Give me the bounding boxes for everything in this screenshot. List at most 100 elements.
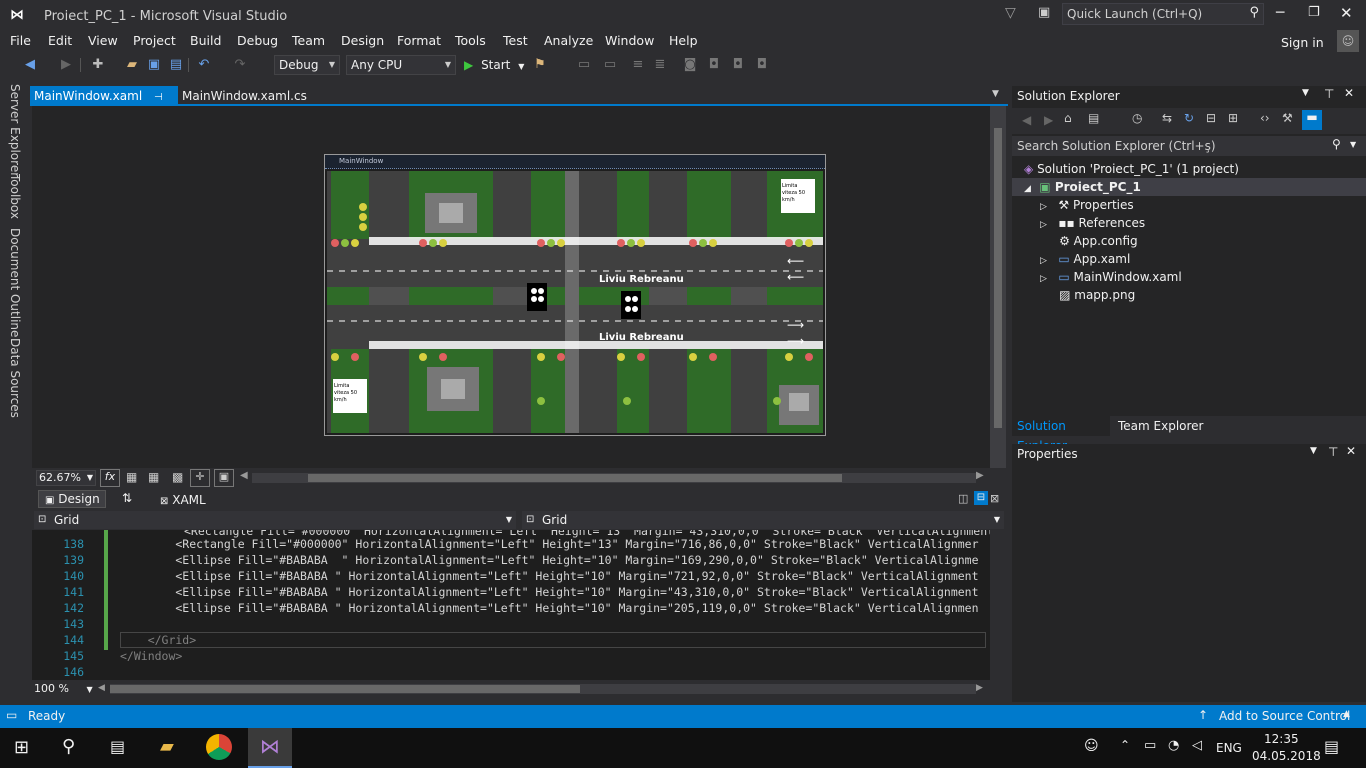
tab-overflow-icon[interactable]: ▼ — [992, 89, 999, 99]
code-zoom-dropdown[interactable]: 100 % ▼ — [34, 682, 93, 695]
tab-team-explorer[interactable]: Team Explorer — [1118, 416, 1204, 436]
menu-debug[interactable]: Debug — [237, 32, 278, 50]
tree-project[interactable]: ◢ ▣ Proiect_PC_1 — [1024, 178, 1141, 196]
close-panel-icon[interactable]: ✕ — [1344, 86, 1354, 100]
pin-icon[interactable]: ⊣ — [154, 92, 163, 103]
tree-item[interactable]: ⚙ App.config — [1040, 232, 1138, 250]
menu-edit[interactable]: Edit — [48, 32, 72, 50]
back-icon[interactable]: ◀ — [22, 57, 38, 73]
scroll-left-icon[interactable]: ◀ — [98, 683, 105, 693]
server-explorer-tab[interactable]: Server Explorer — [8, 84, 22, 177]
forward-icon[interactable]: ▶ — [58, 57, 74, 73]
minimize-button[interactable]: ─ — [1276, 5, 1284, 21]
step-icon[interactable]: ▭ — [576, 57, 592, 73]
people-icon[interactable]: ☺ — [1084, 738, 1099, 754]
menu-design[interactable]: Design — [341, 32, 384, 50]
tree-solution[interactable]: ◈ Solution 'Proiect_PC_1' (1 project) — [1024, 160, 1239, 178]
home-icon[interactable]: ⌂ — [1064, 111, 1072, 125]
quick-launch[interactable]: Quick Launch (Ctrl+Q) ⚲ — [1062, 3, 1264, 25]
zoom-dropdown[interactable]: 62.67% ▼ — [36, 470, 96, 486]
chevron-down-icon[interactable]: ▼ — [1350, 140, 1356, 149]
clear-bookmark-icon[interactable]: ◘ — [754, 57, 770, 73]
menu-test[interactable]: Test — [503, 32, 528, 50]
design-canvas[interactable]: MainWindow ⟵ ⟵ ⟶ ⟶ Liviu Rebreanu Liviu … — [324, 154, 826, 436]
tree-item[interactable]: ▷ ▭ App.xaml — [1040, 250, 1130, 268]
browser-link-icon[interactable]: ⚑ — [532, 57, 548, 73]
scroll-right-icon[interactable]: ▶ — [976, 470, 984, 481]
clock-time[interactable]: 12:35 — [1264, 732, 1299, 746]
menu-view[interactable]: View — [88, 32, 118, 50]
menu-format[interactable]: Format — [397, 32, 441, 50]
battery-icon[interactable]: ▭ — [1144, 738, 1156, 753]
wifi-icon[interactable]: ◔ — [1168, 738, 1179, 753]
xaml-tab[interactable]: ⊠ XAML — [160, 493, 206, 507]
show-all-files-icon[interactable]: ⊞ — [1228, 111, 1238, 125]
tab-mainwindow-xaml[interactable]: MainWindow.xaml ⊣ ✕ — [30, 86, 178, 125]
tab-mainwindow-xaml-cs[interactable]: MainWindow.xaml.cs — [178, 86, 311, 106]
scroll-right-icon[interactable]: ▶ — [976, 683, 983, 693]
view-code-icon[interactable]: ‹› — [1260, 111, 1270, 125]
bookmark-icon[interactable]: ◙ — [682, 57, 698, 73]
tree-item[interactable]: ▷ ⚒ Properties — [1040, 196, 1134, 214]
expand-icon[interactable]: ▷ — [1040, 256, 1047, 266]
pin-icon[interactable]: ⊤ — [1324, 87, 1334, 101]
switch-views-icon[interactable]: ▤ — [1088, 111, 1099, 125]
filter-icon[interactable]: ▽ — [1005, 5, 1016, 21]
preview-icon[interactable]: ▬ — [1302, 110, 1322, 130]
designer-hscrollbar[interactable] — [252, 473, 976, 483]
pending-changes-icon[interactable]: ◷ — [1132, 111, 1142, 125]
volume-icon[interactable]: ◁ — [1192, 738, 1202, 753]
snap-icon[interactable]: ▦ — [148, 470, 159, 484]
redo-icon[interactable]: ↷ — [232, 57, 248, 73]
scroll-left-icon[interactable]: ◀ — [240, 470, 248, 481]
chevron-up-icon[interactable]: ▲ — [1343, 709, 1350, 719]
open-file-icon[interactable]: ▰ — [124, 57, 140, 73]
platform-dropdown[interactable]: Any CPU ▼ — [346, 55, 456, 75]
solution-search[interactable]: Search Solution Explorer (Ctrl+ş) ⚲ ▼ — [1012, 136, 1366, 156]
pin-icon[interactable]: ⊤ — [1328, 445, 1338, 459]
tree-item[interactable]: ▨ mapp.png — [1040, 286, 1135, 304]
step-over-icon[interactable]: ▭ — [602, 57, 618, 73]
back-icon[interactable]: ◀ — [1022, 113, 1031, 127]
data-sources-tab[interactable]: Data Sources — [8, 338, 22, 418]
snap-lines-icon[interactable]: ✛ — [190, 469, 210, 487]
xaml-code-editor[interactable]: <Rectangle Fill="#000000" HorizontalAlig… — [32, 530, 990, 680]
notifications-icon[interactable]: ▤ — [1324, 737, 1339, 756]
design-tab[interactable]: ▣ Design — [38, 490, 106, 508]
panel-dropdown-icon[interactable]: ▼ — [1310, 446, 1317, 456]
close-panel-icon[interactable]: ✕ — [1346, 444, 1356, 458]
split-horizontal-icon[interactable]: ⊟ — [974, 491, 988, 505]
project-code-icon[interactable]: ▣ — [214, 469, 234, 487]
vs-taskbar-button[interactable]: ⋈ — [248, 728, 292, 768]
split-vertical-icon[interactable]: ◫ — [958, 492, 968, 505]
new-project-icon[interactable]: ✚ — [90, 57, 106, 73]
document-outline-tab[interactable]: Document Outline — [8, 228, 22, 337]
start-button[interactable]: ▶ Start ▼ — [464, 57, 524, 75]
toolbox-tab[interactable]: Toolbox — [8, 174, 22, 219]
tree-item[interactable]: ▷ ▭ MainWindow.xaml — [1040, 268, 1182, 286]
fx-icon[interactable]: fx — [100, 469, 120, 487]
windows-start-icon[interactable]: ⊞ — [14, 737, 29, 758]
add-to-source-control[interactable]: Add to Source Control — [1219, 709, 1350, 723]
sync-icon[interactable]: ⇆ — [1162, 111, 1172, 125]
menu-tools[interactable]: Tools — [455, 32, 486, 50]
feedback-icon[interactable]: ▣ — [1038, 5, 1050, 20]
clock-date[interactable]: 04.05.2018 — [1252, 749, 1321, 763]
menu-team[interactable]: Team — [292, 32, 325, 50]
prev-bookmark-icon[interactable]: ◘ — [706, 57, 722, 73]
search-icon[interactable]: ⚲ — [62, 736, 75, 757]
sign-in-link[interactable]: Sign in — [1281, 34, 1324, 52]
expand-icon[interactable]: ▷ — [1040, 220, 1047, 230]
task-view-icon[interactable]: ▤ — [110, 737, 125, 756]
account-avatar-icon[interactable]: ☺ — [1337, 30, 1359, 52]
uncomment-icon[interactable]: ≣ — [652, 57, 668, 73]
next-bookmark-icon[interactable]: ◘ — [730, 57, 746, 73]
comment-icon[interactable]: ≡ — [630, 57, 646, 73]
menu-project[interactable]: Project — [133, 32, 176, 50]
chrome-icon[interactable] — [206, 734, 232, 760]
properties-wrench-icon[interactable]: ⚒ — [1282, 111, 1293, 125]
menu-help[interactable]: Help — [669, 32, 698, 50]
configuration-dropdown[interactable]: Debug ▼ — [274, 55, 340, 75]
save-all-icon[interactable]: ▤ — [168, 57, 184, 73]
code-hscrollbar[interactable] — [110, 684, 976, 694]
